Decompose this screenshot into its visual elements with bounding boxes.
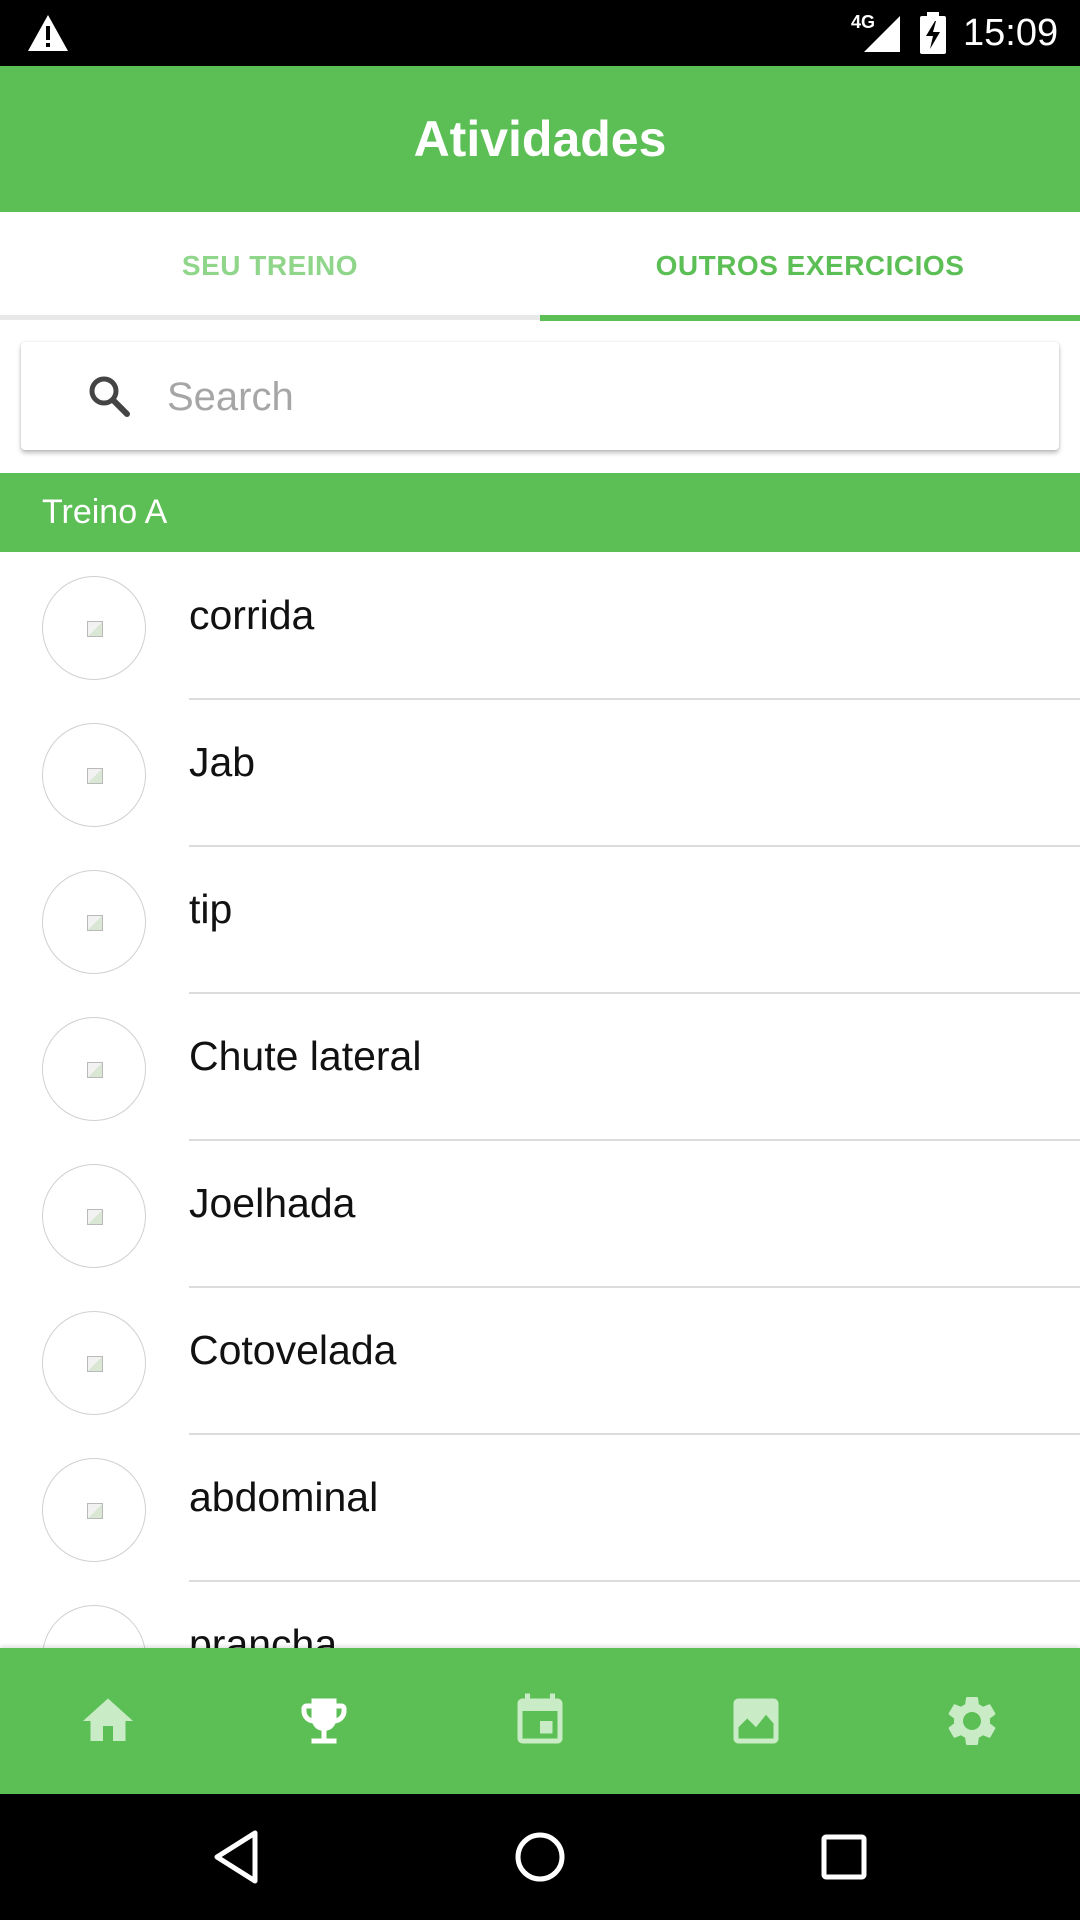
broken-image-icon [87, 1356, 103, 1372]
battery-charging-icon [920, 12, 946, 54]
search-input[interactable] [165, 362, 1029, 432]
nav-trophy[interactable] [216, 1648, 432, 1794]
home-circle-icon[interactable] [510, 1827, 570, 1887]
exercise-name: corrida [189, 592, 315, 638]
list-item[interactable]: corrida [0, 552, 1080, 700]
app-bar: Atividades [0, 66, 1080, 212]
list-item[interactable]: abdominal [0, 1434, 1080, 1582]
section-header: Treino A [0, 473, 1080, 552]
exercise-name: tip [189, 886, 233, 932]
recents-icon[interactable] [814, 1827, 874, 1887]
nav-chart[interactable] [648, 1648, 864, 1794]
clock: 15:09 [963, 12, 1059, 54]
nav-calendar[interactable] [432, 1648, 648, 1794]
exercise-name: Jab [189, 739, 256, 785]
list-item[interactable]: Jab [0, 699, 1080, 847]
search-icon[interactable] [85, 372, 133, 420]
nav-settings[interactable] [864, 1648, 1080, 1794]
exercise-name: Chute lateral [189, 1033, 422, 1079]
exercise-image [42, 576, 146, 680]
back-icon[interactable] [207, 1827, 267, 1887]
list-item[interactable]: Chute lateral [0, 993, 1080, 1141]
calendar-icon [517, 1693, 563, 1744]
list-item[interactable]: Cotovelada [0, 1287, 1080, 1435]
tab-indicator [540, 315, 1080, 321]
broken-image-icon [87, 1062, 103, 1078]
broken-image-icon [87, 1503, 103, 1519]
list-item[interactable]: prancha [0, 1581, 1080, 1648]
search-bar [21, 342, 1059, 450]
tab-seu-treino[interactable]: SEU TREINO [0, 212, 540, 320]
exercise-image [42, 1164, 146, 1268]
list-item[interactable]: tip [0, 846, 1080, 994]
broken-image-icon [87, 915, 103, 931]
chart-icon [733, 1698, 779, 1744]
system-navigation-bar [0, 1794, 1080, 1920]
exercise-image [42, 1017, 146, 1121]
exercise-name: Cotovelada [189, 1327, 397, 1373]
exercise-name: prancha [189, 1621, 338, 1648]
status-bar: 4G 15:09 [0, 0, 1080, 66]
broken-image-icon [87, 768, 103, 784]
exercise-image [42, 723, 146, 827]
tab-outros-exercicios[interactable]: OUTROS EXERCICIOS [540, 212, 1080, 320]
nav-home[interactable] [0, 1648, 216, 1794]
network-type: 4G [851, 12, 876, 32]
broken-image-icon [87, 621, 103, 637]
home-icon [83, 1698, 133, 1741]
exercise-image [42, 870, 146, 974]
trophy-icon [301, 1698, 347, 1744]
exercise-name: abdominal [189, 1474, 379, 1520]
exercise-list[interactable]: corrida Jab tip Chute lateral Joelhada C… [0, 552, 1080, 1648]
exercise-name: Joelhada [189, 1180, 356, 1226]
exercise-image [42, 1311, 146, 1415]
list-item[interactable]: Joelhada [0, 1140, 1080, 1288]
page-title: Atividades [413, 111, 667, 167]
warning-icon [28, 15, 68, 51]
bottom-navigation [0, 1648, 1080, 1794]
gear-icon [948, 1697, 996, 1745]
tab-bar: SEU TREINO OUTROS EXERCICIOS [0, 212, 1080, 321]
exercise-image [42, 1605, 146, 1648]
broken-image-icon [87, 1209, 103, 1225]
exercise-image [42, 1458, 146, 1562]
